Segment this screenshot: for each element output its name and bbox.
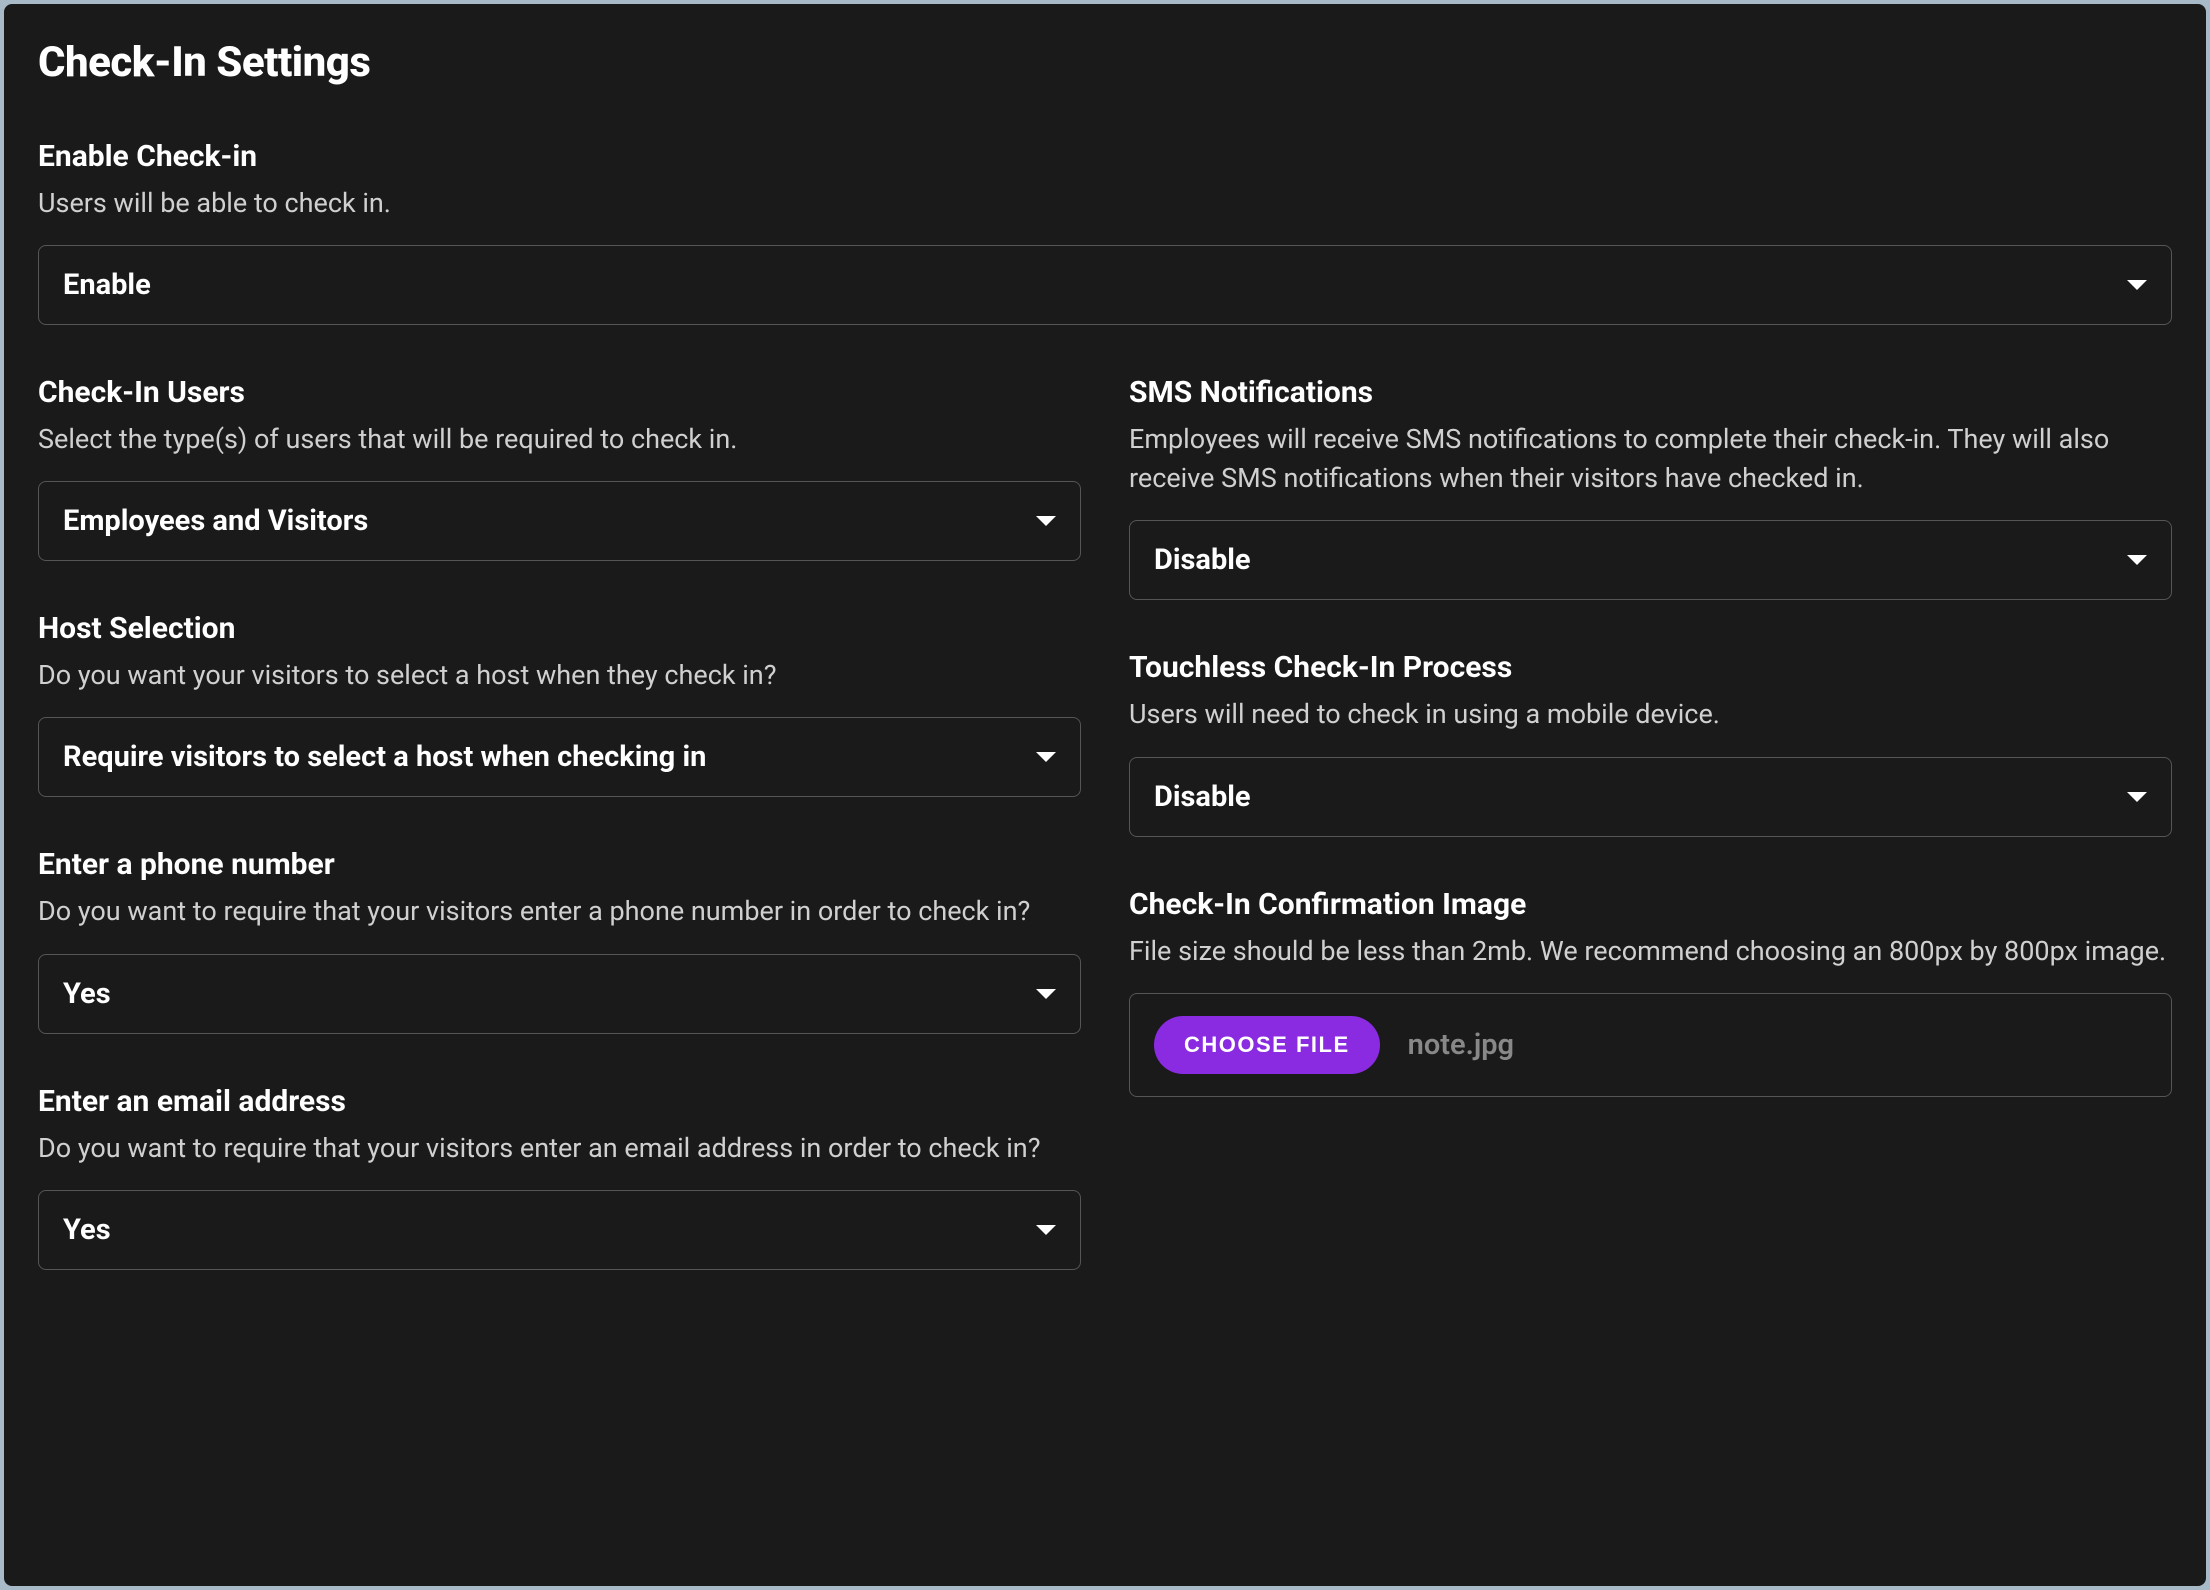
checkin-users-label: Check-In Users: [38, 375, 1081, 410]
touchless-field: Touchless Check-In Process Users will ne…: [1129, 650, 2172, 836]
enable-checkin-field: Enable Check-in Users will be able to ch…: [38, 139, 2172, 325]
left-column: Check-In Users Select the type(s) of use…: [38, 375, 1081, 1320]
host-selection-description: Do you want your visitors to select a ho…: [38, 656, 1081, 695]
email-address-field: Enter an email address Do you want to re…: [38, 1084, 1081, 1270]
phone-number-select[interactable]: Yes: [38, 954, 1081, 1034]
confirmation-image-label: Check-In Confirmation Image: [1129, 887, 2172, 922]
enable-checkin-select[interactable]: Enable: [38, 245, 2172, 325]
confirmation-image-upload: CHOOSE FILE note.jpg: [1129, 993, 2172, 1097]
touchless-description: Users will need to check in using a mobi…: [1129, 695, 2172, 734]
phone-number-field: Enter a phone number Do you want to requ…: [38, 847, 1081, 1033]
host-selection-label: Host Selection: [38, 611, 1081, 646]
columns-wrapper: Check-In Users Select the type(s) of use…: [38, 375, 2172, 1320]
sms-notifications-description: Employees will receive SMS notifications…: [1129, 420, 2172, 498]
sms-notifications-label: SMS Notifications: [1129, 375, 2172, 410]
host-selection-value: Require visitors to select a host when c…: [63, 740, 706, 774]
sms-notifications-select[interactable]: Disable: [1129, 520, 2172, 600]
checkin-users-field: Check-In Users Select the type(s) of use…: [38, 375, 1081, 561]
confirmation-image-field: Check-In Confirmation Image File size sh…: [1129, 887, 2172, 1097]
caret-down-icon: [2127, 555, 2147, 565]
right-column: SMS Notifications Employees will receive…: [1129, 375, 2172, 1320]
caret-down-icon: [1036, 516, 1056, 526]
caret-down-icon: [1036, 752, 1056, 762]
uploaded-file-name: note.jpg: [1408, 1028, 1514, 1062]
choose-file-button[interactable]: CHOOSE FILE: [1154, 1016, 1380, 1074]
email-address-select[interactable]: Yes: [38, 1190, 1081, 1270]
enable-checkin-value: Enable: [63, 268, 151, 302]
sms-notifications-field: SMS Notifications Employees will receive…: [1129, 375, 2172, 600]
checkin-users-description: Select the type(s) of users that will be…: [38, 420, 1081, 459]
host-selection-field: Host Selection Do you want your visitors…: [38, 611, 1081, 797]
host-selection-select[interactable]: Require visitors to select a host when c…: [38, 717, 1081, 797]
checkin-users-value: Employees and Visitors: [63, 504, 368, 538]
settings-panel: Check-In Settings Enable Check-in Users …: [4, 4, 2206, 1586]
phone-number-value: Yes: [63, 977, 111, 1011]
touchless-select[interactable]: Disable: [1129, 757, 2172, 837]
sms-notifications-value: Disable: [1154, 543, 1251, 577]
touchless-value: Disable: [1154, 780, 1251, 814]
confirmation-image-description: File size should be less than 2mb. We re…: [1129, 932, 2172, 971]
caret-down-icon: [2127, 792, 2147, 802]
caret-down-icon: [2127, 280, 2147, 290]
checkin-users-select[interactable]: Employees and Visitors: [38, 481, 1081, 561]
email-address-label: Enter an email address: [38, 1084, 1081, 1119]
phone-number-label: Enter a phone number: [38, 847, 1081, 882]
enable-checkin-description: Users will be able to check in.: [38, 184, 2172, 223]
caret-down-icon: [1036, 1225, 1056, 1235]
page-title: Check-In Settings: [38, 38, 2172, 87]
email-address-description: Do you want to require that your visitor…: [38, 1129, 1081, 1168]
enable-checkin-label: Enable Check-in: [38, 139, 2172, 174]
caret-down-icon: [1036, 989, 1056, 999]
touchless-label: Touchless Check-In Process: [1129, 650, 2172, 685]
email-address-value: Yes: [63, 1213, 111, 1247]
phone-number-description: Do you want to require that your visitor…: [38, 892, 1081, 931]
